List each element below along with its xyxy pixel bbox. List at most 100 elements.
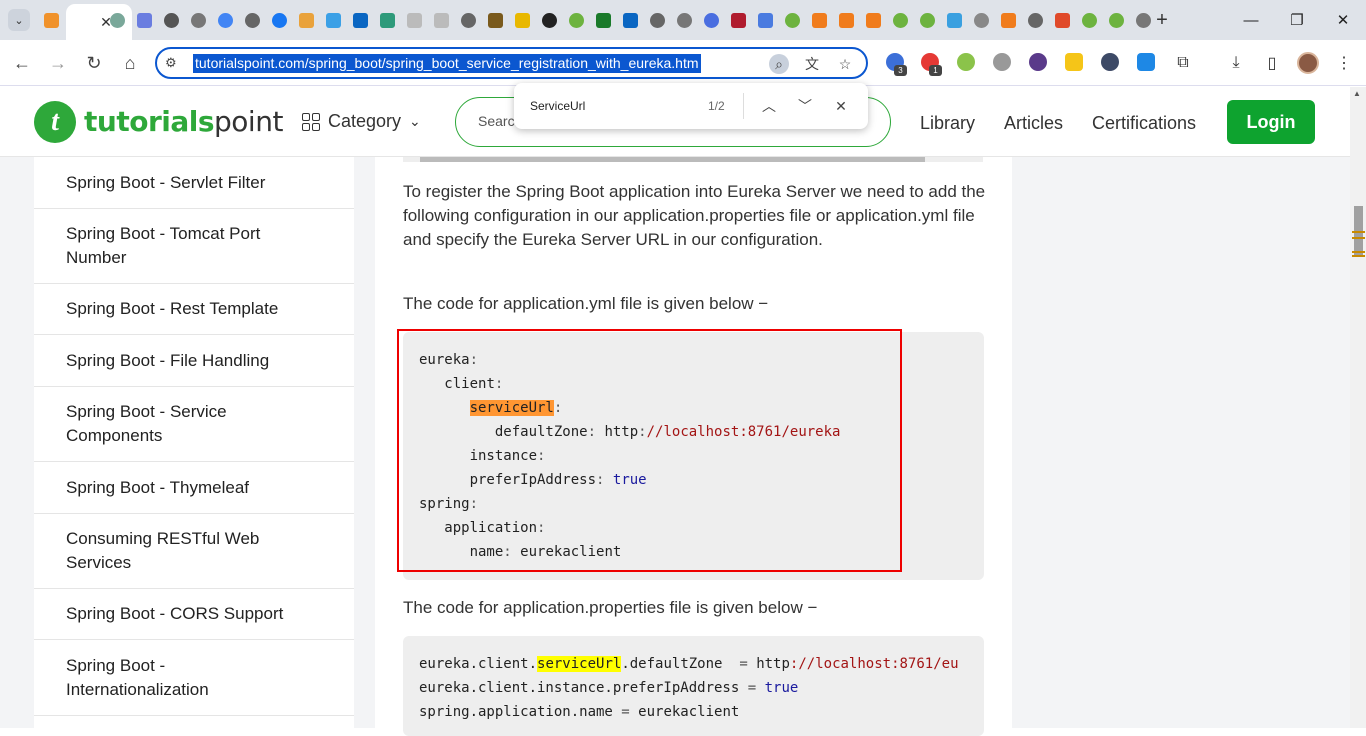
login-button[interactable]: Login <box>1227 100 1315 144</box>
annotation-highlight-box <box>397 329 902 572</box>
tab-favicon[interactable] <box>941 8 967 32</box>
sidebar-item-cors[interactable]: Spring Boot - CORS Support <box>34 589 354 640</box>
translate-icon[interactable]: 文 <box>802 54 822 74</box>
close-window-button[interactable]: ✕ <box>1320 8 1366 32</box>
tab-favicon[interactable] <box>509 8 535 32</box>
tab-favicon[interactable] <box>752 8 778 32</box>
tab-favicon[interactable] <box>455 8 481 32</box>
tab-favicon[interactable] <box>293 8 319 32</box>
tab-favicon[interactable] <box>104 8 130 32</box>
home-button[interactable]: ⌂ <box>119 52 141 74</box>
new-tab-button[interactable]: + <box>1151 8 1173 32</box>
tab-favicon[interactable] <box>995 8 1021 32</box>
tab-favicon[interactable] <box>185 8 211 32</box>
tab-favicon[interactable] <box>131 8 157 32</box>
sidebar-item-service-components[interactable]: Spring Boot - Service Components <box>34 387 354 462</box>
tab-favicon[interactable] <box>1076 8 1102 32</box>
address-bar[interactable]: ⚙ tutorialspoint.com/spring_boot/spring_… <box>155 47 868 79</box>
sidebar: Spring Boot - Servlet Filter Spring Boot… <box>34 157 354 728</box>
reload-button[interactable]: ↻ <box>83 52 105 74</box>
tab-favicon[interactable] <box>725 8 751 32</box>
extension-icon[interactable] <box>1137 53 1155 71</box>
sidebar-item-file-handling[interactable]: Spring Boot - File Handling <box>34 335 354 387</box>
chevron-down-icon: ⌄ <box>409 113 421 129</box>
sidebar-item-tomcat-port[interactable]: Spring Boot - Tomcat Port Number <box>34 209 354 284</box>
tab-favicon[interactable] <box>698 8 724 32</box>
tab-favicon[interactable] <box>401 8 427 32</box>
extension-icon[interactable] <box>1101 53 1119 71</box>
sidebar-item-rest-template[interactable]: Spring Boot - Rest Template <box>34 284 354 335</box>
tab-strip: ⌄ ✕ + — ❐ ✕ <box>0 0 1366 40</box>
avatar[interactable] <box>1297 52 1319 74</box>
tab-favicon[interactable] <box>644 8 670 32</box>
tab-favicon[interactable] <box>860 8 886 32</box>
download-icon[interactable]: ⤓ <box>1225 52 1247 74</box>
minimize-button[interactable]: — <box>1228 8 1274 32</box>
divider <box>743 93 744 119</box>
tab-favicon[interactable] <box>536 8 562 32</box>
find-input[interactable]: ServiceUrl <box>530 99 585 113</box>
tab-favicon[interactable] <box>158 8 184 32</box>
tab-favicon[interactable] <box>320 8 346 32</box>
tab-favicon[interactable] <box>1049 8 1075 32</box>
tab-favicon[interactable] <box>590 8 616 32</box>
tab-favicon[interactable] <box>833 8 859 32</box>
category-menu[interactable]: Category ⌄ <box>302 111 421 132</box>
tab-favicon[interactable] <box>671 8 697 32</box>
tab-favicon[interactable] <box>887 8 913 32</box>
find-bar: ServiceUrl 1/2 ︿ ﹀ ✕ <box>514 83 868 129</box>
tab-favicon[interactable] <box>1022 8 1048 32</box>
tab-favicon[interactable] <box>266 8 292 32</box>
sidebar-item-i18n[interactable]: Spring Boot - Internationalization <box>34 640 354 716</box>
nav-certifications[interactable]: Certifications <box>1092 113 1196 134</box>
tab-favicon[interactable] <box>482 8 508 32</box>
nav-articles[interactable]: Articles <box>1004 113 1063 134</box>
tab-search-button[interactable]: ⌄ <box>8 9 30 31</box>
restore-button[interactable]: ❐ <box>1274 8 1320 32</box>
sidebar-item-servlet-filter[interactable]: Spring Boot - Servlet Filter <box>34 157 354 209</box>
tab-favicon[interactable] <box>617 8 643 32</box>
tab-favicon[interactable] <box>428 8 454 32</box>
extensions-puzzle-icon[interactable]: ⧉ <box>1172 52 1194 74</box>
bookmark-star-icon[interactable]: ☆ <box>835 54 855 74</box>
code-scrollbar[interactable] <box>403 157 983 162</box>
nav-library[interactable]: Library <box>920 113 975 134</box>
tab-favicon[interactable] <box>806 8 832 32</box>
url-text[interactable]: tutorialspoint.com/spring_boot/spring_bo… <box>193 54 701 73</box>
side-panel-icon[interactable]: ▯ <box>1261 52 1283 74</box>
extension-icon[interactable] <box>1065 53 1083 71</box>
tab-favicon[interactable] <box>779 8 805 32</box>
tab-favicon[interactable] <box>347 8 373 32</box>
find-match: serviceUrl <box>537 656 622 672</box>
extension-icon[interactable] <box>993 53 1011 71</box>
tab-favicon[interactable] <box>563 8 589 32</box>
menu-icon[interactable]: ⋮ <box>1333 52 1355 74</box>
tab-favicon[interactable] <box>914 8 940 32</box>
article-paragraph: The code for application.properties file… <box>403 598 818 617</box>
tab-favicon[interactable] <box>1103 8 1129 32</box>
tab-favicon[interactable] <box>374 8 400 32</box>
sidebar-item-thymeleaf[interactable]: Spring Boot - Thymeleaf <box>34 462 354 514</box>
logo-icon[interactable]: t <box>34 101 76 143</box>
category-label: Category <box>328 111 402 131</box>
grid-icon <box>302 112 320 131</box>
find-next-button[interactable]: ﹀ <box>794 95 816 117</box>
tab-favicon[interactable] <box>212 8 238 32</box>
browser-toolbar: ← → ↻ ⌂ ⚙ tutorialspoint.com/spring_boot… <box>0 40 1366 86</box>
find-close-button[interactable]: ✕ <box>830 95 852 117</box>
article-paragraph: To register the Spring Boot application … <box>403 182 986 249</box>
extension-icon[interactable] <box>1029 53 1047 71</box>
search-lens-icon[interactable]: ⌕ <box>769 54 789 74</box>
site-info-icon[interactable]: ⚙ <box>165 55 177 71</box>
extension-icon[interactable] <box>957 53 975 71</box>
tab-favicon[interactable] <box>968 8 994 32</box>
page-scrollbar[interactable]: ▲ <box>1350 87 1366 728</box>
tab-favicon[interactable] <box>38 8 64 32</box>
forward-button[interactable]: → <box>47 52 69 74</box>
site-logo[interactable]: tutorialspoint <box>84 105 283 138</box>
back-button[interactable]: ← <box>11 52 33 74</box>
find-match-count: 1/2 <box>708 99 725 113</box>
sidebar-item-restful[interactable]: Consuming RESTful Web Services <box>34 514 354 589</box>
find-previous-button[interactable]: ︿ <box>758 95 780 117</box>
tab-favicon[interactable] <box>239 8 265 32</box>
